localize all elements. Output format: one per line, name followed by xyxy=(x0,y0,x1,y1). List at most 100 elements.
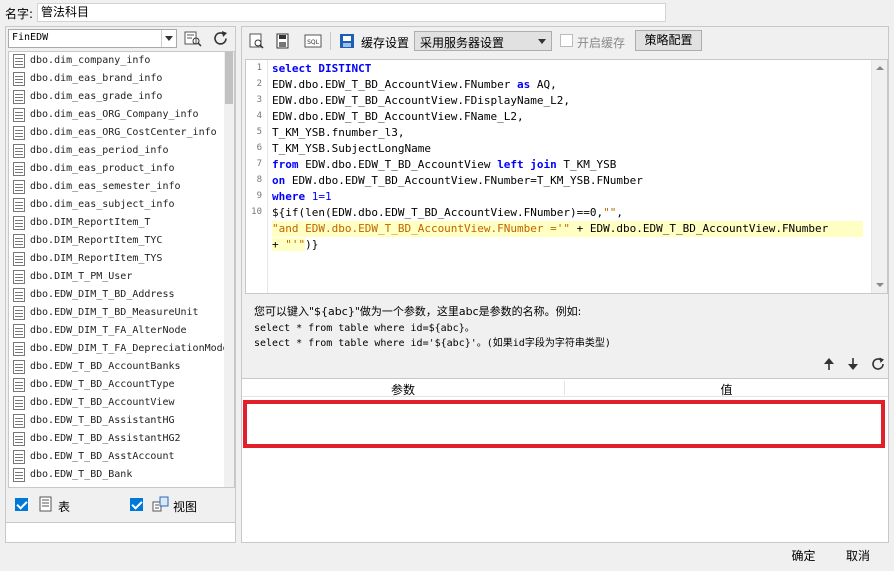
highlight-annotation-box xyxy=(243,400,885,448)
table-name: dbo.dim_eas_brand_info xyxy=(30,73,163,84)
table-name: dbo.dim_eas_ORG_Company_info xyxy=(30,109,199,120)
code-line: EDW.dbo.EDW_T_BD_AccountView.FNumber as … xyxy=(272,78,557,91)
chevron-down-icon xyxy=(161,30,176,47)
table-name: dbo.EDW_T_BD_AssistantHG2 xyxy=(30,433,181,444)
table-list-item[interactable]: dbo.dim_eas_product_info xyxy=(9,160,234,178)
scrollbar-thumb[interactable] xyxy=(225,52,233,104)
strategy-config-button[interactable]: 策略配置 xyxy=(635,30,702,51)
table-list-item[interactable]: dbo.dim_eas_brand_info xyxy=(9,70,234,88)
table-list-item[interactable]: dbo.EDW_DIM_T_FA_DepreciationMode xyxy=(9,340,234,358)
table-list-item[interactable]: dbo.EDW_T_BD_Bank xyxy=(9,466,234,484)
table-list-item[interactable]: dbo.DIM_T_PM_User xyxy=(9,268,234,286)
view-checkbox[interactable] xyxy=(130,498,143,511)
code-line: T_KM_YSB.fnumber_l3, xyxy=(272,126,405,139)
name-input[interactable]: 管法科目 xyxy=(37,3,666,22)
table-name: dbo.EDW_T_BD_Bank xyxy=(30,469,133,480)
code-line: from EDW.dbo.EDW_T_BD_AccountView left j… xyxy=(272,158,617,171)
table-list-item[interactable]: dbo.DIM_ReportItem_T xyxy=(9,214,234,232)
table-list-item[interactable]: dbo.dim_company_info xyxy=(9,52,234,70)
scroll-up-icon[interactable] xyxy=(876,66,884,70)
cache-settings-icon xyxy=(338,32,356,50)
table-list-item[interactable]: dbo.EDW_T_BD_AccountBanks xyxy=(9,358,234,376)
line-number: 6 xyxy=(256,143,262,153)
table-name: dbo.EDW_DIM_T_FA_AlterNode xyxy=(30,325,187,336)
table-icon xyxy=(13,198,25,212)
table-list-item[interactable]: dbo.dim_eas_semester_info xyxy=(9,178,234,196)
cancel-button[interactable]: 取消 xyxy=(834,546,882,567)
table-name: dbo.EDW_DIM_T_BD_Address xyxy=(30,289,175,300)
table-name: dbo.EDW_DIM_T_BD_MeasureUnit xyxy=(30,307,199,318)
table-icon xyxy=(13,234,25,248)
sql-editor[interactable]: 1 2 3 4 5 6 7 8 9 10 select DISTINCT EDW.dbo.EDW_… xyxy=(245,59,888,294)
table-list-item[interactable]: dbo.DIM_ReportItem_TYC xyxy=(9,232,234,250)
table-list-item[interactable]: dbo.EDW_T_BD_AssistantHG2 xyxy=(9,430,234,448)
scroll-down-icon[interactable] xyxy=(876,283,884,287)
line-number-gutter: 1 2 3 4 5 6 7 8 9 10 xyxy=(246,60,268,293)
table-list-item[interactable]: dbo.dim_eas_grade_info xyxy=(9,88,234,106)
view-icon xyxy=(152,496,169,513)
table-list-item[interactable]: dbo.EDW_DIM_T_BD_MeasureUnit xyxy=(9,304,234,322)
move-down-icon[interactable] xyxy=(845,356,861,372)
table-list-scrollbar[interactable] xyxy=(224,52,234,487)
table-list-item[interactable]: dbo.dim_eas_ORG_Company_info xyxy=(9,106,234,124)
code-line: T_KM_YSB.SubjectLongName xyxy=(272,142,431,155)
table-filter-input[interactable] xyxy=(6,522,235,542)
line-number: 3 xyxy=(256,95,262,105)
sql-panel: SQL 缓存设置 采用服务器设置 开启缓存 策略配置 1 2 3 4 5 6 7 8 9 10 s… xyxy=(241,26,889,543)
cache-mode-select[interactable]: 采用服务器设置 xyxy=(414,31,552,51)
sql-icon-text: SQL xyxy=(307,39,320,46)
params-table[interactable]: 参数 值 xyxy=(242,378,888,542)
enable-cache-checkbox[interactable] xyxy=(560,34,573,47)
save-icon[interactable] xyxy=(274,32,292,50)
view-checkbox-label: 视图 xyxy=(173,500,198,514)
table-icon xyxy=(13,378,25,392)
refresh-params-icon[interactable] xyxy=(870,356,886,372)
datasource-select[interactable]: FinEDW xyxy=(8,29,177,48)
sql-icon[interactable]: SQL xyxy=(304,32,322,50)
line-number: 1 xyxy=(256,63,262,73)
line-number: 9 xyxy=(256,191,262,201)
param-hint-line2: select * from table where id=${abc}。 xyxy=(254,323,475,334)
table-checkbox[interactable] xyxy=(15,498,28,511)
code-line: select DISTINCT xyxy=(272,62,372,75)
table-list-item[interactable]: dbo.EDW_DIM_T_BD_Address xyxy=(9,286,234,304)
name-row: 名字: 管法科目 xyxy=(0,0,894,25)
table-name: dbo.DIM_T_PM_User xyxy=(30,271,133,282)
table-list-item[interactable]: dbo.EDW_T_BD_AccountType xyxy=(9,376,234,394)
refresh-icon[interactable] xyxy=(211,29,231,48)
value-column-header[interactable]: 值 xyxy=(565,381,888,398)
table-icon xyxy=(13,414,25,428)
table-list-item[interactable]: dbo.EDW_T_BD_AssistantHG xyxy=(9,412,234,430)
move-up-icon[interactable] xyxy=(821,356,837,372)
param-hint-line3: select * from table where id='${abc}'。(如… xyxy=(254,338,611,349)
table-icon xyxy=(38,496,54,513)
table-name: dbo.EDW_T_BD_AssistantHG xyxy=(30,415,175,426)
name-label: 名字: xyxy=(5,7,34,21)
table-list-item[interactable]: dbo.DIM_ReportItem_TYS xyxy=(9,250,234,268)
table-list-item[interactable]: dbo.EDW_T_BD_AsstAccount xyxy=(9,448,234,466)
ok-button[interactable]: 确定 xyxy=(782,546,825,567)
search-table-icon[interactable] xyxy=(183,29,203,48)
table-list-item[interactable]: dbo.EDW_DIM_T_FA_AlterNode xyxy=(9,322,234,340)
table-checkbox-label: 表 xyxy=(58,500,71,514)
table-name: dbo.EDW_T_BD_AccountBanks xyxy=(30,361,181,372)
code-line: + "'")} xyxy=(272,238,319,251)
table-icon xyxy=(13,72,25,86)
table-list[interactable]: dbo.dim_company_info dbo.dim_eas_brand_in… xyxy=(8,51,235,488)
table-icon xyxy=(13,180,25,194)
table-list-item[interactable]: dbo.dim_eas_subject_info xyxy=(9,196,234,214)
editor-scrollbar[interactable] xyxy=(871,60,887,293)
param-column-header[interactable]: 参数 xyxy=(242,381,564,398)
table-name: dbo.DIM_ReportItem_T xyxy=(30,217,151,228)
table-icon xyxy=(13,324,25,338)
table-list-item[interactable]: dbo.dim_eas_period_info xyxy=(9,142,234,160)
table-name: dbo.DIM_ReportItem_TYS xyxy=(30,253,163,264)
chevron-down-icon xyxy=(534,32,551,50)
table-list-item[interactable]: dbo.EDW_T_BD_AccountView xyxy=(9,394,234,412)
table-name: dbo.dim_eas_subject_info xyxy=(30,199,175,210)
table-name: dbo.dim_eas_ORG_CostCenter_info xyxy=(30,127,217,138)
preview-icon[interactable] xyxy=(248,32,266,50)
table-name: dbo.dim_eas_semester_info xyxy=(30,181,181,192)
line-number: 7 xyxy=(256,159,262,169)
table-list-item[interactable]: dbo.dim_eas_ORG_CostCenter_info xyxy=(9,124,234,142)
